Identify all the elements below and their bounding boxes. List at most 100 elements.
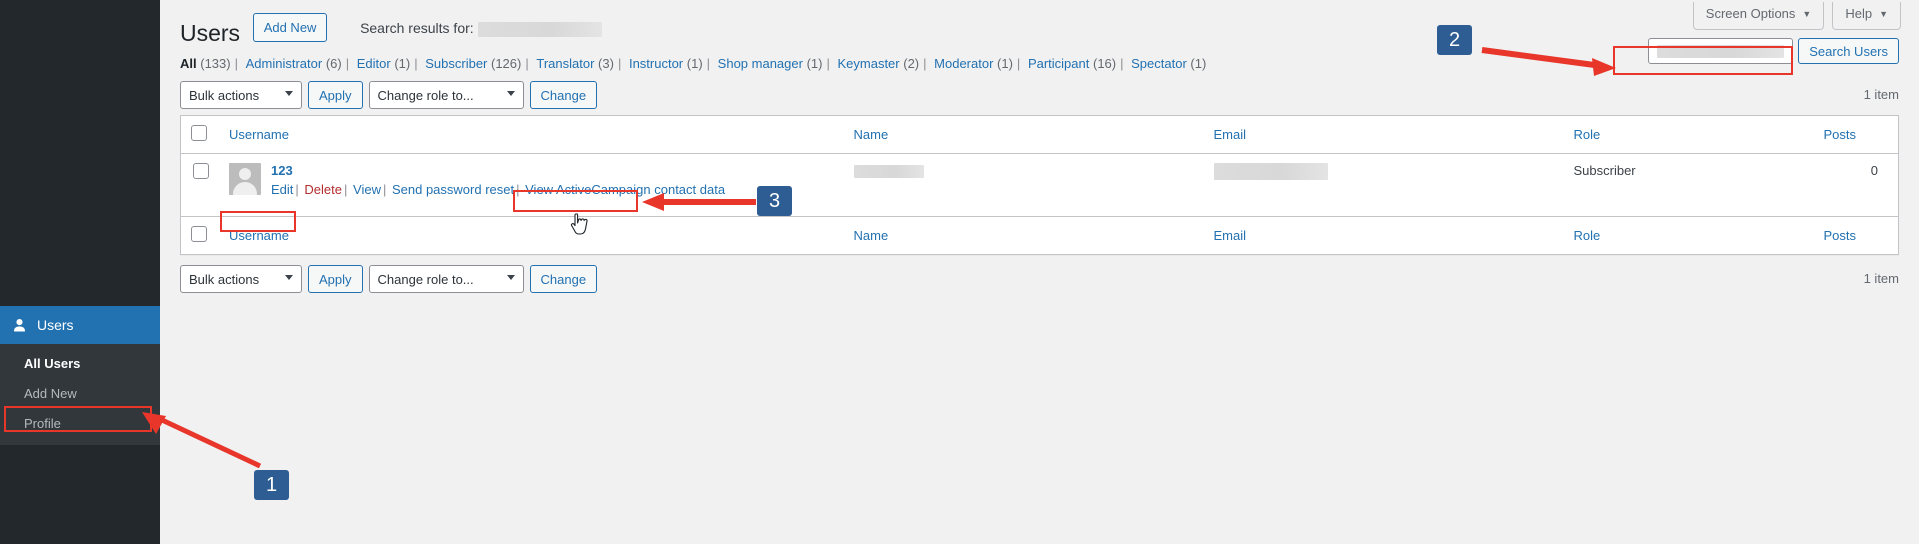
select-all-footer[interactable] (180, 216, 219, 255)
column-footer-email-label: Email (1213, 228, 1247, 243)
change-role-select-bottom[interactable]: Change role to... (368, 265, 524, 293)
row-email-cell (1204, 154, 1564, 217)
filter-editor-link[interactable]: Editor (357, 56, 391, 71)
separator: | (414, 56, 418, 71)
row-action-edit[interactable]: Edit (271, 182, 293, 197)
bulk-actions-select-bottom-value: Bulk actions (189, 271, 260, 287)
filter-shop-manager-link[interactable]: Shop manager (718, 56, 803, 71)
sidebar-active-arrow (160, 317, 168, 333)
annotation-arrow-2 (1481, 47, 1616, 76)
filter-administrator: Administrator (6) | (246, 56, 353, 71)
column-footer-role-label: Role (1573, 228, 1601, 243)
change-role-select-top[interactable]: Change role to... (368, 81, 524, 109)
apply-button-top[interactable]: Apply (308, 81, 363, 109)
separator: | (382, 182, 387, 197)
filter-administrator-link[interactable]: Administrator (246, 56, 323, 71)
filter-administrator-count: (6) (325, 56, 342, 71)
separator: | (706, 56, 711, 71)
filter-keymaster: Keymaster (2) | (837, 56, 930, 71)
filter-translator: Translator (3) | (536, 56, 625, 71)
annotation-arrow-1 (142, 412, 262, 469)
separator: | (1016, 56, 1021, 71)
change-role-select-bottom-value: Change role to... (377, 271, 474, 287)
filter-shop-manager: Shop manager (1) | (718, 56, 834, 71)
search-input[interactable] (1648, 38, 1794, 64)
filter-participant-count: (16) (1092, 56, 1117, 71)
filter-all-count: (133) (200, 56, 231, 71)
filter-translator-link[interactable]: Translator (536, 56, 594, 71)
filter-spectator-count: (1) (1190, 56, 1207, 71)
filter-keymaster-link[interactable]: Keymaster (837, 56, 899, 71)
admin-sidebar: Users All Users Add New Profile (0, 0, 168, 544)
row-name-redacted (853, 165, 924, 179)
filter-translator-count: (3) (598, 56, 614, 71)
add-new-button[interactable]: Add New (252, 12, 328, 43)
separator: | (234, 56, 238, 71)
column-header-username[interactable]: Username (219, 115, 844, 154)
filter-participant: Participant (16) | (1028, 56, 1128, 71)
column-footer-username[interactable]: Username (219, 216, 844, 255)
search-results-for: Search results for: (360, 20, 602, 37)
column-footer-name[interactable]: Name (843, 216, 1204, 255)
select-all-header[interactable] (180, 115, 219, 154)
filter-subscriber-link[interactable]: Subscriber (425, 56, 487, 71)
sidebar-item-users[interactable]: Users (0, 306, 168, 344)
bulk-actions-select-bottom[interactable]: Bulk actions (180, 265, 302, 293)
sidebar-item-all-users[interactable]: All Users (0, 349, 160, 379)
annotation-badge-1: 1 (254, 470, 289, 500)
apply-button-bottom[interactable]: Apply (308, 265, 363, 293)
filter-all-link[interactable]: All (180, 56, 197, 71)
filter-spectator-link[interactable]: Spectator (1131, 56, 1187, 71)
separator: | (345, 56, 350, 71)
filter-moderator-link[interactable]: Moderator (934, 56, 993, 71)
select-all-checkbox-footer[interactable] (191, 226, 207, 242)
sidebar-item-profile[interactable]: Profile (0, 409, 160, 439)
column-header-username-label: Username (229, 127, 289, 142)
select-all-checkbox[interactable] (191, 125, 207, 141)
bulk-actions-select-top[interactable]: Bulk actions (180, 81, 302, 109)
column-footer-posts-label: Posts (1823, 228, 1857, 243)
row-checkbox[interactable] (193, 163, 209, 179)
filter-shop-manager-count: (1) (806, 56, 823, 71)
sidebar-item-users-label: Users (37, 317, 74, 333)
row-select-cell[interactable] (181, 154, 220, 217)
table-footer-row: Username Name Email Role Posts (180, 216, 1899, 255)
mouse-cursor-icon (570, 213, 588, 235)
filter-instructor-link[interactable]: Instructor (629, 56, 683, 71)
filter-instructor-count: (1) (686, 56, 703, 71)
sidebar-submenu-users: All Users Add New Profile (0, 344, 160, 445)
row-posts-cell: 0 (1870, 163, 1878, 178)
column-footer-email[interactable]: Email (1203, 216, 1564, 255)
column-header-name[interactable]: Name (843, 115, 1204, 154)
change-role-button-top[interactable]: Change (529, 81, 598, 109)
change-role-button-bottom[interactable]: Change (529, 265, 598, 293)
separator: | (295, 182, 299, 197)
filter-participant-link[interactable]: Participant (1028, 56, 1089, 71)
row-action-view[interactable]: View (353, 182, 381, 197)
column-header-email-label: Email (1213, 127, 1247, 142)
users-table-body: 123 Edit | Delete | View | Send password re… (180, 153, 1899, 217)
column-header-email[interactable]: Email (1203, 115, 1564, 154)
filter-keymaster-count: (2) (903, 56, 920, 71)
search-input-wrap[interactable] (1648, 38, 1794, 64)
filter-subscriber: Subscriber (126) | (425, 56, 533, 71)
search-input-value-redacted (1657, 44, 1785, 58)
column-header-posts-label: Posts (1823, 127, 1857, 142)
sidebar-item-add-new[interactable]: Add New (0, 379, 160, 409)
row-action-send-password-reset[interactable]: Send password reset (392, 182, 514, 197)
row-name-cell (844, 154, 1204, 217)
column-footer-name-label: Name (853, 228, 889, 243)
row-username-link[interactable]: 123 (271, 163, 293, 178)
tablenav-top: Bulk actions Apply Change role to... Cha… (180, 81, 1899, 111)
separator: | (617, 56, 622, 71)
search-results-value-redacted (477, 21, 602, 37)
separator: | (826, 56, 830, 71)
users-page-wrap: Users Add New Search results for: All (1… (160, 0, 1919, 295)
chevron-down-icon (285, 275, 293, 280)
separator: | (516, 182, 520, 197)
row-action-delete[interactable]: Delete (304, 182, 342, 197)
search-users-button[interactable]: Search Users (1798, 38, 1899, 64)
separator: | (923, 56, 927, 71)
user-icon (11, 317, 28, 334)
admin-body: Screen Options ▼ Help ▼ Users Add New Sear… (160, 0, 1919, 299)
